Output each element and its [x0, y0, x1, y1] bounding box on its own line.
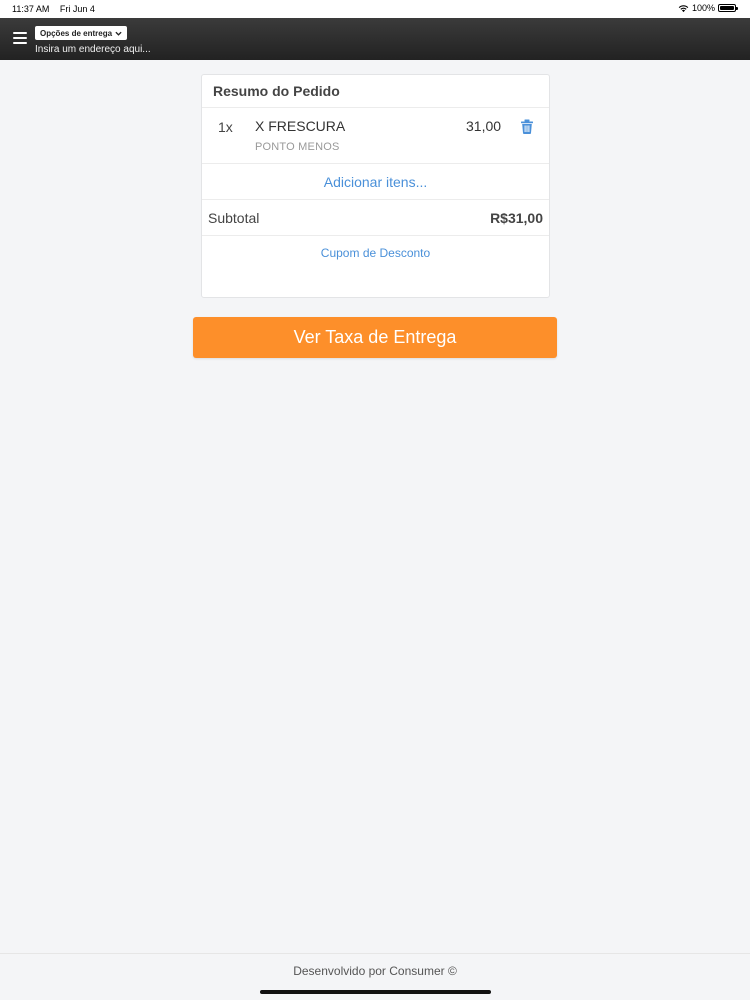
subtotal-row: Subtotal R$31,00	[202, 200, 549, 236]
chevron-down-icon	[115, 31, 122, 36]
add-items-link[interactable]: Adicionar itens...	[202, 164, 549, 200]
status-date: Fri Jun 4	[59, 4, 95, 14]
order-summary-title: Resumo do Pedido	[202, 75, 549, 108]
subtotal-value: R$31,00	[490, 210, 543, 226]
status-right: 100%	[678, 3, 738, 13]
item-price: 31,00	[466, 118, 502, 134]
battery-icon	[718, 4, 738, 12]
delivery-options-dropdown[interactable]: Opções de entrega	[35, 26, 128, 40]
wifi-icon	[678, 4, 689, 12]
trash-icon[interactable]	[520, 119, 534, 134]
discount-coupon-link[interactable]: Cupom de Desconto	[202, 236, 549, 260]
footer: Desenvolvido por Consumer ©	[0, 953, 750, 987]
status-bar: 11:37 AM Fri Jun 4 100%	[0, 0, 750, 18]
delivery-options-label: Opções de entrega	[40, 28, 113, 38]
menu-icon[interactable]	[13, 32, 27, 44]
battery-percent: 100%	[691, 3, 715, 13]
item-option: PONTO MENOS	[255, 141, 340, 153]
app-header: Opções de entrega	[0, 18, 750, 60]
home-indicator[interactable]	[260, 990, 491, 994]
view-delivery-fee-button[interactable]: Ver Taxa de Entrega	[193, 317, 557, 358]
address-input[interactable]	[35, 42, 335, 56]
item-quantity: 1x	[218, 119, 233, 135]
item-name[interactable]: X FRESCURA	[255, 118, 345, 134]
subtotal-label: Subtotal	[208, 210, 260, 226]
status-left: 11:37 AM Fri Jun 4	[12, 4, 103, 14]
order-summary-card: Resumo do Pedido 1x X FRESCURA PONTO MEN…	[201, 74, 550, 298]
status-time: 11:37 AM	[12, 4, 50, 14]
footer-credit: Desenvolvido por Consumer ©	[293, 964, 457, 978]
cart-item-row: 1x X FRESCURA PONTO MENOS 31,00	[202, 108, 549, 164]
